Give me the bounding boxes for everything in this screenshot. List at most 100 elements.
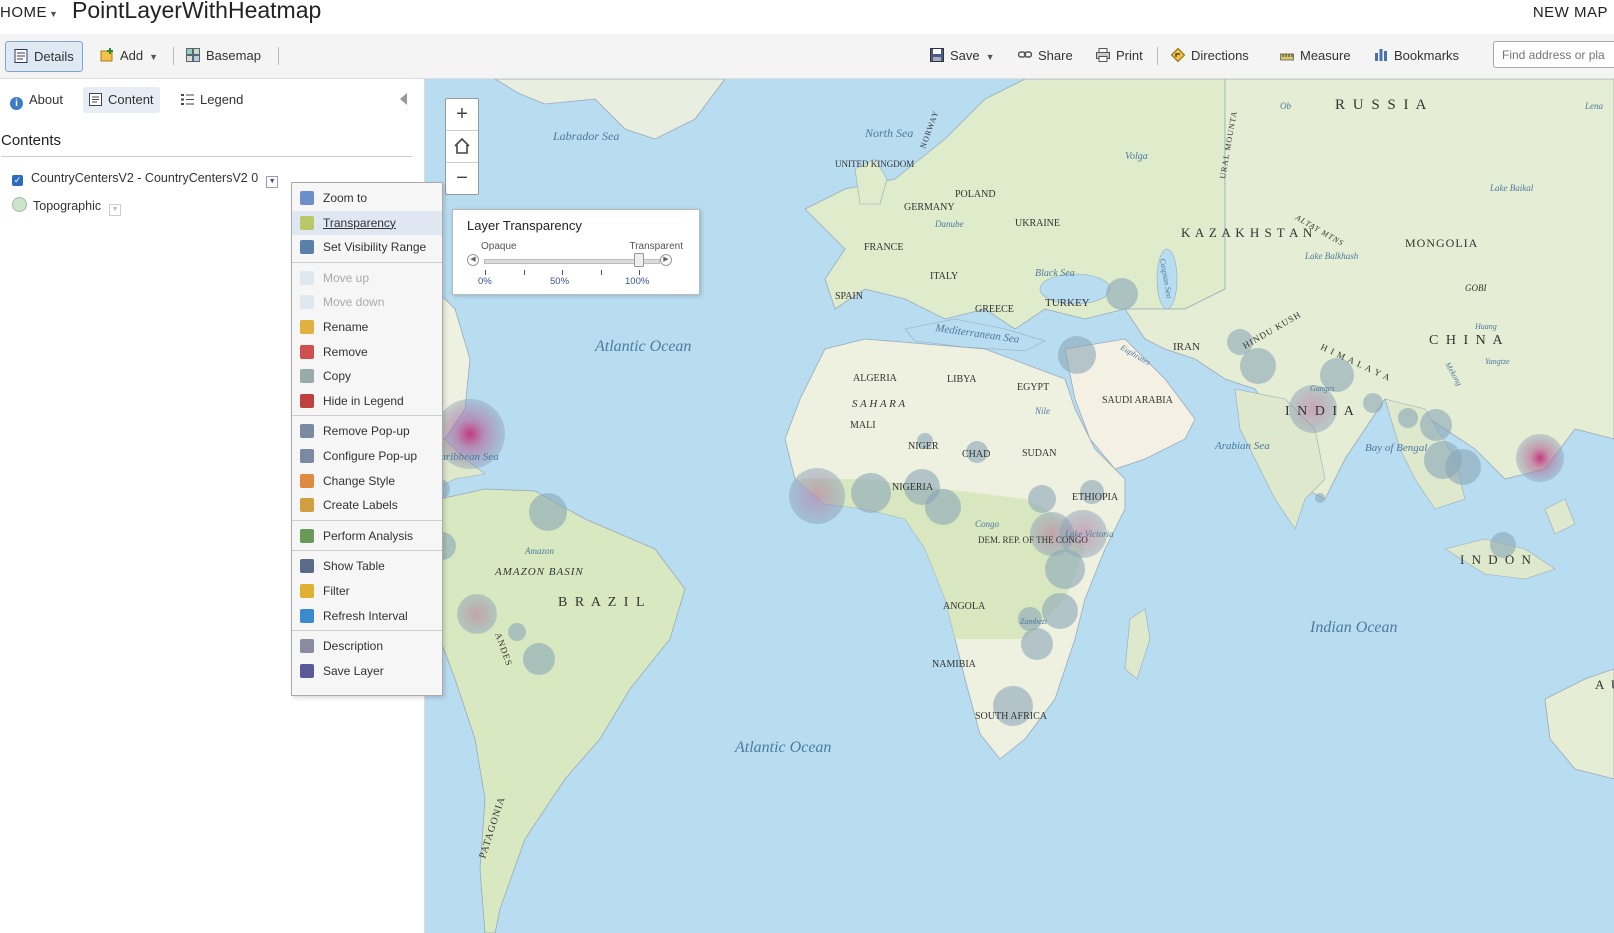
map-label-gobi: GOBI [1465,283,1487,293]
share-button[interactable]: Share [1010,41,1081,70]
map-label-ethiopia: ETHIOPIA [1072,492,1119,503]
zoom-out-button[interactable]: − [446,163,478,194]
menu-divider [292,262,442,263]
zoom-in-button[interactable]: + [446,99,478,131]
layer-row[interactable]: Topographic ▼ [12,197,121,216]
details-label: Details [34,49,74,64]
analysis-icon [300,529,314,543]
menu-item-create-labels[interactable]: Create Labels [292,493,442,517]
map-label-lena: Lena [1584,101,1604,111]
menu-divider [292,630,442,631]
menu-item-move-down: Move down [292,290,442,314]
basemap-button[interactable]: Basemap [178,41,269,70]
menu-item-label: Configure Pop-up [323,444,417,468]
zoom-control: + − [445,98,479,195]
home-menu[interactable]: HOME▼ [0,4,58,21]
map-label-sahara: S A H A R A [852,398,905,410]
menu-item-hide-in-legend[interactable]: Hide in Legend [292,389,442,413]
map-label-namibia: NAMIBIA [932,659,977,670]
transparency-icon [300,216,314,230]
save-button[interactable]: Save▼ [922,41,1003,70]
menu-item-label: Copy [323,364,351,388]
layer-visibility-checkbox[interactable]: ✓ [12,175,23,186]
menu-item-show-table[interactable]: Show Table [292,554,442,578]
globe-icon [12,197,27,212]
tab-legend[interactable]: Legend [175,87,249,113]
tab-content[interactable]: Content [83,87,160,113]
menu-item-label: Filter [323,579,350,603]
bookmarks-button[interactable]: Bookmarks [1366,41,1467,70]
menu-item-filter[interactable]: Filter [292,579,442,603]
map-label-mali: MALI [850,420,876,431]
visibility-range-icon [300,240,314,254]
increase-arrow-icon[interactable]: ▶ [660,254,672,266]
map-label-iran: IRAN [1173,341,1200,353]
measure-button[interactable]: Measure [1272,41,1359,70]
menu-item-label: Save Layer [323,659,384,683]
menu-item-configure-pop-up[interactable]: Configure Pop-up [292,444,442,468]
share-label: Share [1038,48,1073,63]
layer-options-icon[interactable]: ▼ [266,176,278,188]
map-label-atlantic-south: Atlantic Ocean [734,739,831,756]
table-icon [300,559,314,573]
contents-heading: Contents [1,132,61,149]
layer-label: Topographic [33,199,101,213]
directions-button[interactable]: Directions [1163,41,1257,70]
layer-context-menu: Zoom toTransparencySet Visibility Range M… [291,182,443,696]
map-label-north-sea: North Sea [864,126,913,140]
map-label-sudan: SUDAN [1022,448,1056,459]
map-label-turkey: TURKEY [1045,297,1090,309]
map-label-volga: Volga [1125,151,1148,162]
print-button[interactable]: Print [1088,41,1151,70]
map-label-au: A U [1595,677,1614,692]
new-map-button[interactable]: NEW MAP [1533,4,1608,21]
legend-icon [181,93,194,106]
top-bar: HOME▼ PointLayerWithHeatmap NEW MAP [0,0,1614,34]
rename-icon [300,320,314,334]
transparency-panel: Layer Transparency Opaque Transparent ◀ … [452,209,700,295]
menu-item-save-layer[interactable]: Save Layer [292,659,442,683]
layer-options-icon[interactable]: ▼ [109,204,121,216]
menu-item-description[interactable]: Description [292,634,442,658]
tick-label-50: 50% [550,276,569,287]
search-input[interactable] [1493,41,1614,68]
menu-item-copy[interactable]: Copy [292,364,442,388]
menu-item-remove-pop-up[interactable]: Remove Pop-up [292,419,442,443]
menu-item-refresh-interval[interactable]: Refresh Interval [292,604,442,628]
menu-item-zoom-to[interactable]: Zoom to [292,186,442,210]
map-label-angola: ANGOLA [943,601,986,612]
map-canvas: R U S S I A K A Z A K H S T A N MONGOLIA… [425,79,1614,933]
details-button[interactable]: Details [5,41,83,72]
layer-row[interactable]: ✓CountryCentersV2 - CountryCentersV2 0▼ [12,171,278,188]
map-label-yangtze: Yangtze [1485,357,1510,366]
menu-item-label: Set Visibility Range [323,235,426,259]
map-label-chad: CHAD [962,449,990,460]
menu-item-set-visibility-range[interactable]: Set Visibility Range [292,235,442,259]
tab-about[interactable]: iAbout [4,87,69,113]
add-button[interactable]: Add▼ [92,41,166,70]
menu-item-move-up: Move up [292,266,442,290]
slider-tick [639,270,640,275]
menu-item-rename[interactable]: Rename [292,315,442,339]
transparency-slider-thumb[interactable] [634,253,644,267]
menu-item-label: Remove Pop-up [323,419,410,443]
map-label-lake-victoria: Lake Victoria [1064,529,1114,539]
map-label-russia: R U S S I A [1335,97,1428,113]
transparent-label: Transparent [629,241,683,252]
hide-legend-icon [300,394,314,408]
decrease-arrow-icon[interactable]: ◀ [467,254,479,266]
add-icon [100,48,114,62]
menu-item-transparency[interactable]: Transparency [292,211,442,235]
map-label-greece: GREECE [975,304,1014,315]
home-extent-button[interactable] [446,131,478,163]
home-icon [453,137,471,155]
home-label: HOME [0,4,47,21]
remove-icon [300,345,314,359]
tick-label-100: 100% [625,276,649,287]
collapse-panel-icon[interactable] [400,93,407,105]
menu-item-change-style[interactable]: Change Style [292,469,442,493]
menu-item-perform-analysis[interactable]: Perform Analysis [292,524,442,548]
menu-divider [292,520,442,521]
menu-item-remove[interactable]: Remove [292,340,442,364]
map-view[interactable]: R U S S I A K A Z A K H S T A N MONGOLIA… [425,79,1614,933]
